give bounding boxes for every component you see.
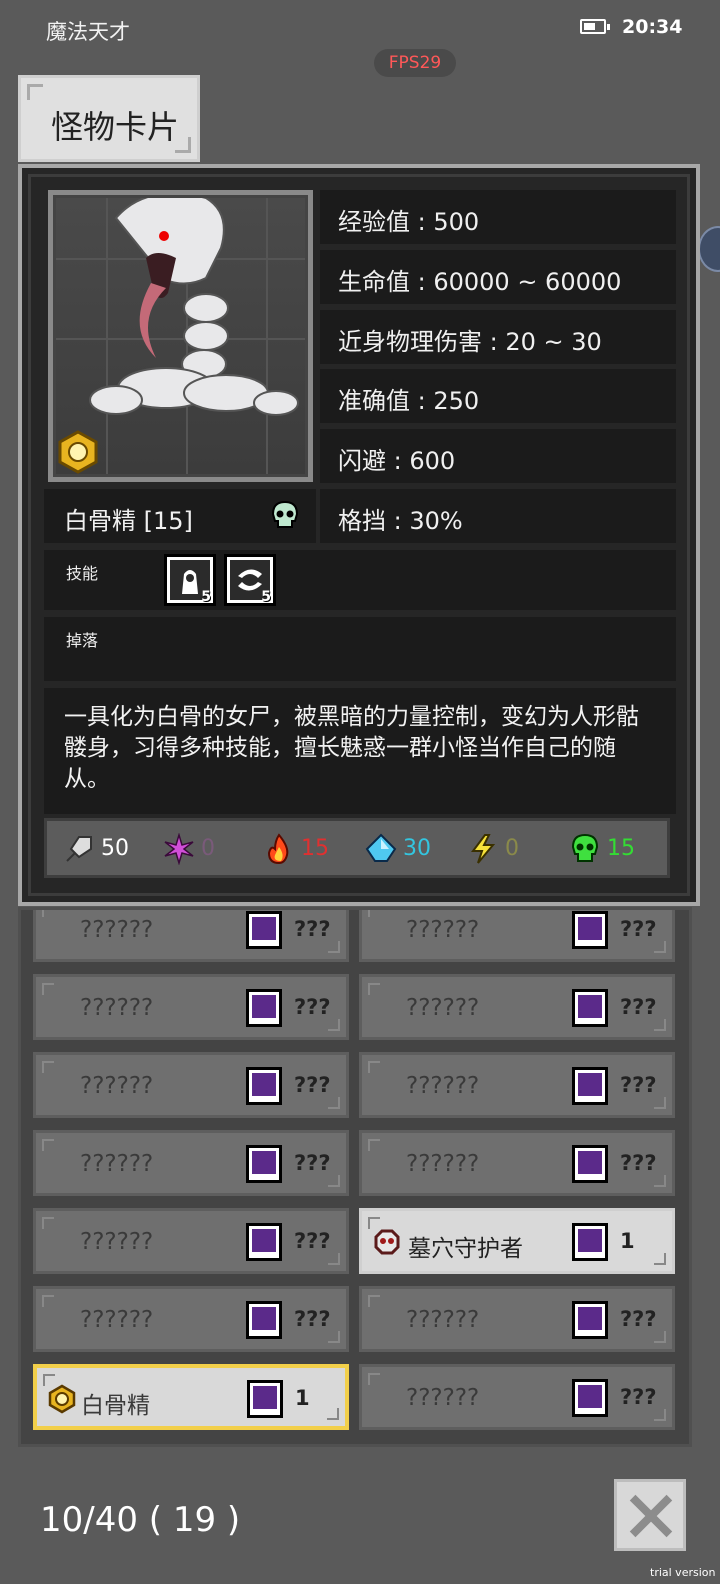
slot-name: ?????? <box>406 917 480 943</box>
monster-name: 白骨精 [15] <box>64 507 193 535</box>
close-button[interactable] <box>614 1479 686 1551</box>
stat-block: 格挡 : 30% <box>320 489 676 543</box>
slot-count: ??? <box>620 1307 657 1331</box>
slot-name: ?????? <box>406 1151 480 1177</box>
slot-name: ?????? <box>80 1073 154 1099</box>
slot-count: ??? <box>620 1385 657 1409</box>
stat-hp: 生命值 : 60000 ~ 60000 <box>320 250 676 304</box>
collection-slot[interactable]: ????????? <box>359 974 675 1040</box>
collection-slot[interactable]: ????????? <box>359 1130 675 1196</box>
swirl-skill-icon[interactable]: 5 <box>224 554 276 606</box>
card-icon <box>247 1380 283 1418</box>
gold-rank-badge-icon <box>58 430 98 474</box>
stat-accuracy: 准确值 : 250 <box>320 369 676 423</box>
slot-name: ?????? <box>80 1151 154 1177</box>
slot-count: ??? <box>294 1073 331 1097</box>
stat-melee-damage: 近身物理伤害 : 20 ~ 30 <box>320 310 676 364</box>
stat-exp: 经验值 : 500 <box>320 190 676 244</box>
card-icon <box>572 1301 608 1339</box>
resistance-bar: 50 0 15 30 0 15 <box>44 818 670 878</box>
slot-count: 1 <box>620 1229 635 1253</box>
drops-label: 掉落 <box>66 631 99 650</box>
collection-slot[interactable]: ????????? <box>359 1286 675 1352</box>
collection-slot[interactable]: ????????? <box>33 1286 349 1352</box>
status-bar: 魔法天才 20:34 <box>0 0 720 58</box>
gold-rank-badge-icon <box>48 1384 76 1414</box>
slot-count: 1 <box>295 1386 310 1410</box>
monster-name-row: 白骨精 [15] <box>44 489 316 543</box>
collection-slot[interactable]: 白骨精 1 <box>33 1364 349 1430</box>
collection-slot[interactable]: ????????? <box>33 910 349 962</box>
poison-skull-icon <box>271 500 299 528</box>
card-icon <box>572 1379 608 1417</box>
fps-counter: FPS29 <box>374 49 456 77</box>
skills-label: 技能 <box>66 564 99 583</box>
monster-card: 经验值 : 500 生命值 : 60000 ~ 60000 近身物理伤害 : 2… <box>18 164 700 906</box>
app-name: 魔法天才 <box>46 20 130 44</box>
slot-count: ??? <box>294 995 331 1019</box>
slot-count: ??? <box>620 995 657 1019</box>
slot-count: ??? <box>294 917 331 941</box>
collection-slot[interactable]: 墓穴守护者 1 <box>359 1208 675 1274</box>
poison-icon <box>571 833 599 862</box>
card-icon <box>246 1145 282 1183</box>
battery-icon <box>580 19 610 34</box>
lightning-icon <box>471 834 496 864</box>
card-icon <box>572 989 608 1027</box>
slot-count: ??? <box>620 1151 657 1175</box>
collection-slot[interactable]: ????????? <box>359 910 675 962</box>
slot-count: ??? <box>294 1229 331 1253</box>
card-icon <box>572 1067 608 1105</box>
card-icon <box>572 1145 608 1183</box>
card-icon <box>246 1223 282 1261</box>
card-icon <box>246 1067 282 1105</box>
clock: 20:34 <box>622 16 683 38</box>
collection-slot[interactable]: ????????? <box>359 1052 675 1118</box>
card-icon <box>246 989 282 1027</box>
slot-name: ?????? <box>406 1307 480 1333</box>
slot-name: 白骨精 <box>81 1393 150 1419</box>
collection-slot[interactable]: ????????? <box>33 1130 349 1196</box>
monster-description: 一具化为白骨的女尸，被黑暗的力量控制，变幻为人形骷髅身，习得多种技能，擅长魅惑一… <box>44 688 676 814</box>
magic-icon <box>164 833 194 865</box>
slot-name: ?????? <box>406 995 480 1021</box>
floating-bubble[interactable] <box>698 226 720 272</box>
slot-name: ?????? <box>406 1073 480 1099</box>
card-icon <box>246 911 282 949</box>
card-icon <box>572 911 608 949</box>
collection-progress: 10/40 ( 19 ) <box>40 1500 241 1540</box>
ice-icon <box>365 833 397 862</box>
collection-slot[interactable]: ????????? <box>33 1208 349 1274</box>
slot-count: ??? <box>294 1307 331 1331</box>
slot-name: ?????? <box>80 1307 154 1333</box>
collection-slot[interactable]: ????????? <box>359 1364 675 1430</box>
card-icon <box>572 1223 608 1261</box>
slot-name: ?????? <box>80 917 154 943</box>
card-icon <box>246 1301 282 1339</box>
tomb-guardian-icon <box>374 1229 400 1255</box>
trial-watermark: trial version <box>650 1566 716 1579</box>
drops-row: 掉落 <box>44 617 676 681</box>
collection-slot[interactable]: ????????? <box>33 1052 349 1118</box>
slot-name: ?????? <box>80 995 154 1021</box>
skeleton-demon-sprite <box>89 198 299 416</box>
slot-name: ?????? <box>80 1229 154 1255</box>
collection-slot[interactable]: ????????? <box>33 974 349 1040</box>
page-title: 怪物卡片 <box>18 75 200 162</box>
skills-row: 技能 5 5 <box>44 550 676 610</box>
hooded-figure-skill-icon[interactable]: 5 <box>164 554 216 606</box>
slot-count: ??? <box>294 1151 331 1175</box>
slot-count: ??? <box>620 917 657 941</box>
monster-collection-list[interactable]: ????????????????????????????????????????… <box>18 907 692 1447</box>
page-title-text: 怪物卡片 <box>51 108 180 146</box>
slot-name: ?????? <box>406 1385 480 1411</box>
stat-dodge: 闪避 : 600 <box>320 429 676 483</box>
slot-name: 墓穴守护者 <box>408 1236 523 1262</box>
physical-icon <box>66 836 92 862</box>
slot-count: ??? <box>620 1073 657 1097</box>
fire-icon <box>267 833 289 865</box>
